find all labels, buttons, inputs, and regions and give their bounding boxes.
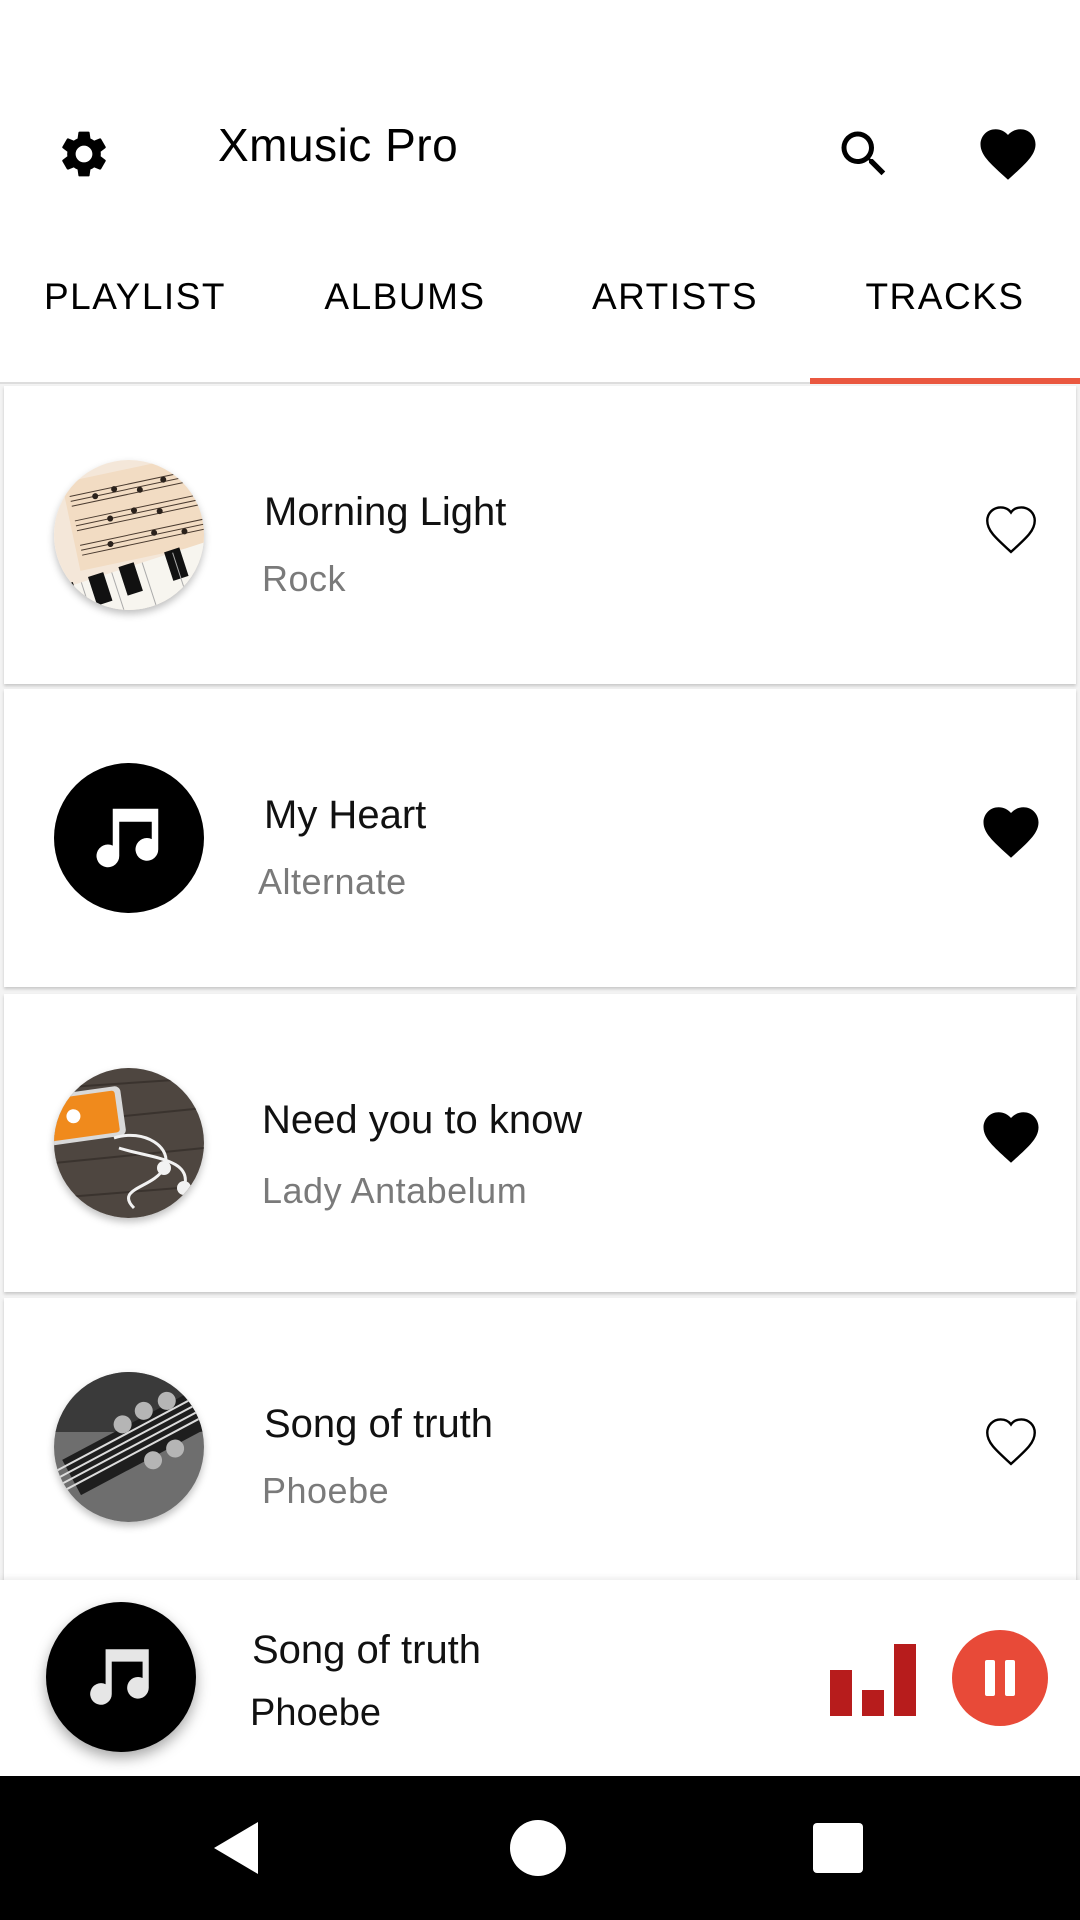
app-header: Xmusic Pro [0,0,1080,250]
system-nav-bar [0,1776,1080,1920]
music-note-icon [96,808,159,868]
heart-outline-icon [986,1418,1036,1466]
recents-icon [813,1823,863,1873]
track-cover-image [54,1068,204,1218]
pause-icon [985,1660,1015,1696]
favorite-toggle[interactable] [976,1406,1046,1476]
settings-icon [62,131,106,177]
track-cover-image [54,763,204,913]
now-playing-bar[interactable]: Song of truth Phoebe [0,1580,1080,1776]
tab-label: TRACKS [865,276,1025,317]
track-subtitle: Lady Antabelum [262,1170,528,1211]
track-cover-image [54,460,204,610]
track-item[interactable]: My Heart Alternate [4,689,1076,987]
favorites-button[interactable] [966,112,1050,196]
favorite-toggle[interactable] [976,494,1046,564]
tab-label: PLAYLIST [43,276,226,317]
home-icon [510,1820,566,1876]
track-item[interactable]: Need you to know Lady Antabelum [4,994,1076,1292]
search-button[interactable] [822,112,906,196]
favorite-toggle[interactable] [976,797,1046,867]
heart-icon [980,129,1036,180]
track-cover-image [54,1372,204,1522]
track-title: Song of truth [264,1402,494,1446]
back-icon [214,1822,258,1874]
app-title: Xmusic Pro [218,119,459,171]
track-item[interactable]: Song of truth Phoebe [4,1298,1076,1580]
track-list[interactable]: Morning Light Rock My Heart Alternate Ne… [0,384,1080,1580]
search-icon [841,131,886,176]
music-note-icon [90,1649,149,1705]
heart-icon [983,807,1039,858]
track-subtitle: Alternate [258,861,407,902]
track-subtitle: Phoebe [262,1470,390,1511]
tab-artists[interactable]: ARTISTS [540,250,810,382]
track-title: My Heart [264,793,427,837]
favorite-toggle[interactable] [976,1102,1046,1172]
track-title: Morning Light [264,490,507,534]
tab-tracks[interactable]: TRACKS [810,250,1080,384]
tab-label: ALBUMS [324,276,486,317]
tab-albums[interactable]: ALBUMS [270,250,540,382]
now-playing-cover[interactable] [46,1602,196,1752]
tab-playlist[interactable]: PLAYLIST [0,250,270,382]
track-item[interactable]: Morning Light Rock [4,386,1076,684]
track-subtitle: Rock [262,558,347,599]
pause-button[interactable] [952,1630,1048,1726]
now-playing-title: Song of truth [252,1628,482,1672]
track-title: Need you to know [262,1098,583,1142]
heart-icon [983,1112,1039,1163]
heart-outline-icon [986,506,1036,554]
tab-bar: PLAYLIST ALBUMS ARTISTS TRACKS [0,250,1080,384]
equalizer-icon[interactable] [830,1644,916,1716]
home-button[interactable] [488,1798,588,1898]
back-button[interactable] [188,1798,288,1898]
now-playing-subtitle: Phoebe [250,1692,382,1734]
settings-button[interactable] [44,114,124,194]
tab-label: ARTISTS [591,276,759,317]
recents-button[interactable] [788,1798,888,1898]
